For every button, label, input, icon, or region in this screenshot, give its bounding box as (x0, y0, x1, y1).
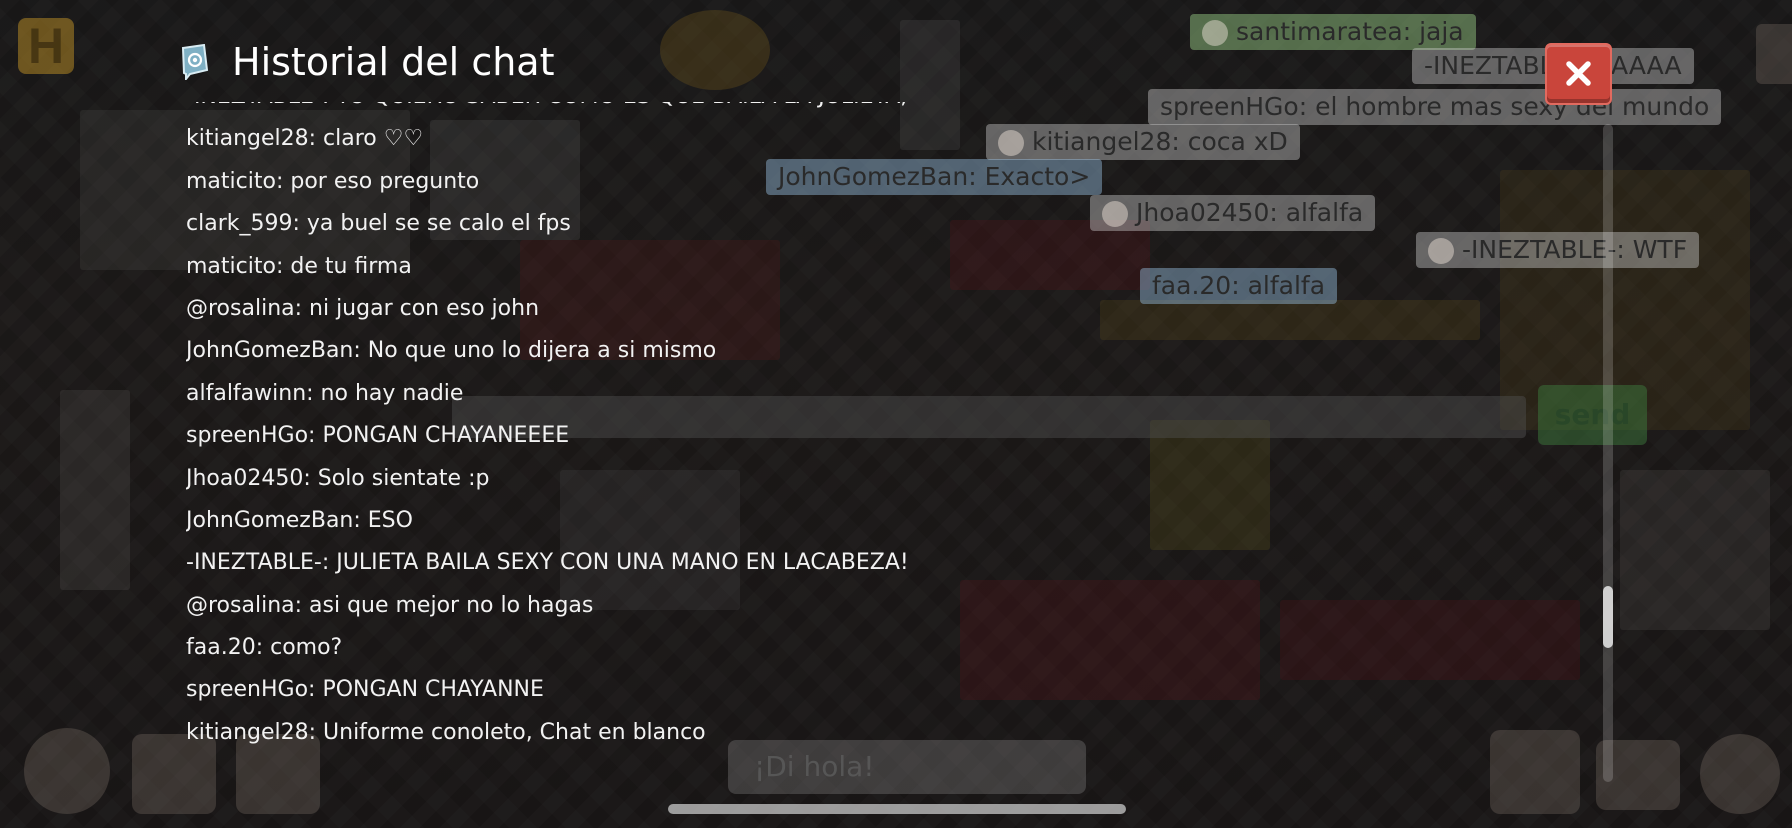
bubble-1: santimaratea: jaja (1190, 14, 1476, 50)
chat-line: alfalfawinn: no hay nadie (186, 380, 464, 406)
collapse-chevron-icon[interactable] (1756, 24, 1792, 84)
chat-line: -INEZTABLE-: JULIETA BAILA SEXY CON UNA … (186, 550, 909, 576)
friends-icon[interactable] (1700, 734, 1780, 814)
scrollbar[interactable] (1603, 124, 1613, 782)
chat-history-icon (181, 44, 209, 80)
close-button[interactable] (1545, 43, 1612, 105)
chat-line: JohnGomezBan: ESO (186, 507, 413, 533)
chat-line: JohnGomezBan: No que uno lo dijera a si … (186, 338, 717, 364)
chat-line: Jhoa02450: Solo sientate :p (186, 465, 490, 491)
chat-line: @rosalina: asi que mejor no lo hagas (186, 592, 594, 618)
chat-line: kitiangel28: Uniforme conoleto, Chat en … (186, 719, 706, 745)
chat-line: -INEZTABLE-: YO QUIERO SABER COMO ES QUE… (186, 102, 1586, 118)
home-indicator[interactable] (668, 804, 1126, 814)
chat-line: kitiangel28: claro ♡♡ (186, 126, 424, 152)
avatar-icon[interactable] (24, 728, 110, 814)
scrollbar-thumb[interactable] (1603, 586, 1613, 648)
chat-line: maticito: por eso pregunto (186, 168, 480, 194)
chat-line: clark_599: ya buel se se calo el fps (186, 211, 571, 237)
chat-history-list[interactable]: -INEZTABLE-: YO QUIERO SABER COMO ES QUE… (186, 102, 1586, 774)
chat-line: faa.20: como? (186, 635, 343, 661)
chat-line: spreenHGo: PONGAN CHAYANNE (186, 677, 544, 703)
chat-line: spreenHGo: PONGAN CHAYANEEEE (186, 423, 570, 449)
habbo-logo[interactable]: H (18, 18, 74, 74)
chat-line: maticito: de tu firma (186, 253, 412, 279)
chat-line: @rosalina: ni jugar con eso john (186, 295, 540, 321)
page-title: Historial del chat (232, 40, 555, 84)
close-icon (1566, 61, 1591, 86)
